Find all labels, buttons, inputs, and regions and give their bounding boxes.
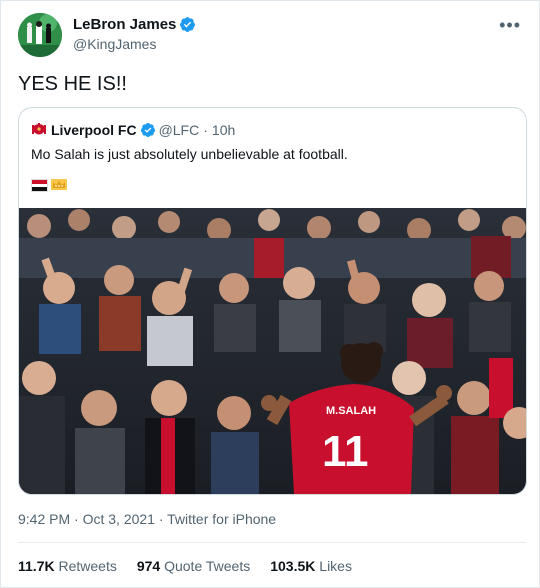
- quoted-author-handle[interactable]: @LFC: [159, 122, 200, 138]
- crown-icon: [51, 179, 67, 190]
- shirt-name: M.SALAH: [326, 405, 376, 417]
- more-options-icon[interactable]: •••: [499, 15, 521, 36]
- likes-count: 103.5K: [270, 558, 316, 574]
- quote-tweets-count: 974: [136, 558, 161, 574]
- quoted-tweet[interactable]: Liverpool FC @LFC · 10h Mo Salah is just…: [18, 107, 527, 495]
- retweets-label: Retweets: [58, 558, 117, 574]
- quoted-tweet-header: Liverpool FC @LFC · 10h: [31, 121, 235, 139]
- author-block: LeBron James @KingJames: [73, 15, 196, 52]
- quoted-tweet-text: Mo Salah is just absolutely unbelievable…: [31, 146, 348, 162]
- likes-label: Likes: [319, 558, 352, 574]
- tweet-stats: 11.7K Retweets 974 Quote Tweets 103.5K L…: [18, 558, 372, 574]
- verified-badge-icon: [180, 17, 196, 32]
- author-handle[interactable]: @KingJames: [73, 36, 196, 52]
- retweets-stat[interactable]: 11.7K Retweets: [18, 558, 117, 574]
- tweet-card: LeBron James @KingJames ••• YES HE IS!! …: [0, 0, 540, 588]
- shirt-number: 11: [322, 427, 369, 476]
- author-avatar[interactable]: [18, 13, 62, 57]
- divider: [18, 542, 526, 543]
- verified-badge-icon: [140, 123, 155, 137]
- author-name[interactable]: LeBron James: [73, 15, 176, 34]
- quote-tweets-stat[interactable]: 974 Quote Tweets: [137, 558, 250, 574]
- meta-separator: ·: [203, 122, 208, 138]
- retweets-count: 11.7K: [18, 558, 55, 574]
- quoted-emoji-row: [31, 179, 67, 192]
- quoted-time[interactable]: 10h: [212, 122, 235, 138]
- tweet-timestamp[interactable]: 9:42 PM · Oct 3, 2021 · Twitter for iPho…: [18, 511, 276, 527]
- egypt-flag-icon: [31, 179, 48, 192]
- quoted-author-name[interactable]: Liverpool FC: [51, 122, 137, 138]
- quoted-tweet-photo[interactable]: M.SALAH 11: [19, 208, 526, 494]
- lfc-crest-icon: [32, 123, 46, 135]
- likes-stat[interactable]: 103.5K Likes: [270, 558, 352, 574]
- tweet-text: YES HE IS!!: [18, 73, 127, 95]
- quote-tweets-label: Quote Tweets: [164, 558, 251, 574]
